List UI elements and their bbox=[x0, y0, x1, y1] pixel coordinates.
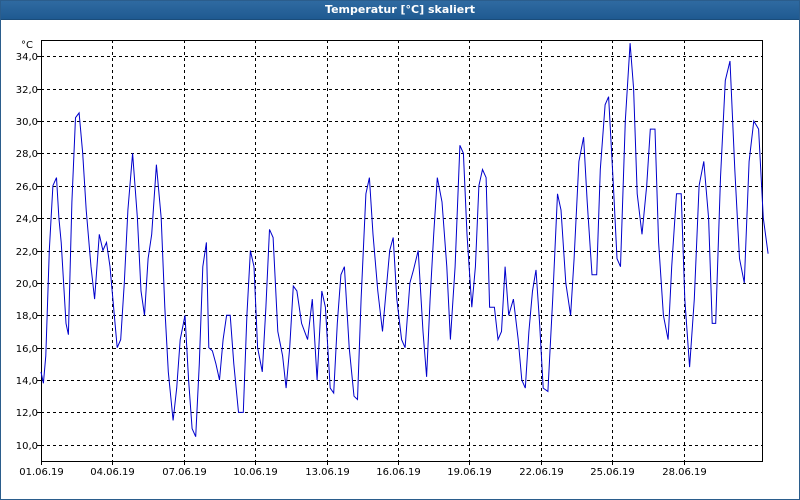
y-tick-label: 20,0 bbox=[16, 279, 38, 290]
y-tick-label: 18,0 bbox=[16, 311, 38, 322]
y-tick-label: 22,0 bbox=[16, 247, 38, 258]
y-tick-label: 12,0 bbox=[16, 408, 38, 419]
series-line bbox=[40, 43, 769, 437]
y-tick-label: 14,0 bbox=[16, 376, 38, 387]
y-tick-label: 16,0 bbox=[16, 344, 38, 355]
y-tick-label: 26,0 bbox=[16, 182, 38, 193]
y-tick-label: 34,0 bbox=[16, 52, 38, 63]
x-axis: 01.06.19 04.06.19 07.06.19 10.06.19 13.06.19… bbox=[19, 461, 707, 478]
x-tick-label: 22.06.19 bbox=[519, 467, 564, 478]
y-axis-label: °C bbox=[21, 40, 33, 51]
y-tick-label: 30,0 bbox=[16, 117, 38, 128]
x-tick-label: 10.06.19 bbox=[233, 467, 278, 478]
x-tick-label: 25.06.19 bbox=[590, 467, 635, 478]
x-tick-label: 16.06.19 bbox=[376, 467, 421, 478]
chart-window: Temperatur [°C] skaliert 10,0 12,0 14,0 16,… bbox=[0, 0, 800, 500]
window-title: Temperatur [°C] skaliert bbox=[1, 1, 799, 20]
temperature-chart: 10,0 12,0 14,0 16,0 18,0 20,0 22,0 24,0 26,0 28,0… bbox=[16, 40, 769, 478]
y-tick-label: 10,0 bbox=[16, 441, 38, 452]
x-tick-label: 28.06.19 bbox=[662, 467, 707, 478]
x-tick-label: 19.06.19 bbox=[447, 467, 492, 478]
x-tick-label: 04.06.19 bbox=[90, 467, 135, 478]
x-tick-label: 01.06.19 bbox=[19, 467, 64, 478]
y-tick-label: 24,0 bbox=[16, 214, 38, 225]
y-tick-label: 32,0 bbox=[16, 85, 38, 96]
y-tick-label: 28,0 bbox=[16, 149, 38, 160]
y-axis: 10,0 12,0 14,0 16,0 18,0 20,0 22,0 24,0 26,0 28,0… bbox=[16, 52, 41, 452]
x-tick-label: 07.06.19 bbox=[162, 467, 207, 478]
x-tick-label: 13.06.19 bbox=[305, 467, 350, 478]
